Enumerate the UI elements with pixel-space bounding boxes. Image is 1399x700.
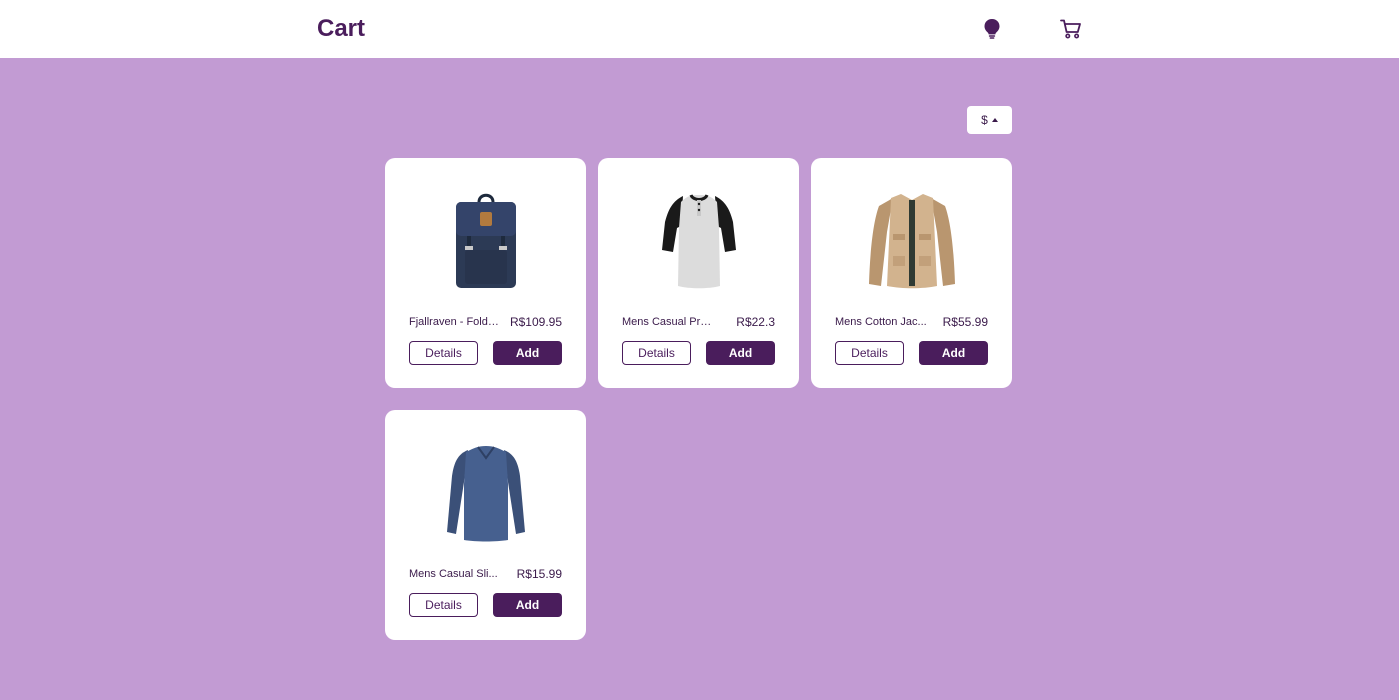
shopping-cart-icon[interactable] bbox=[1059, 17, 1083, 41]
longsleeve-shirt-image bbox=[435, 438, 536, 548]
product-card: Mens Cotton Jac... R$55.99 Details Add bbox=[811, 158, 1012, 388]
brand-title[interactable]: Cart bbox=[317, 14, 365, 44]
product-name: Mens Cotton Jac... bbox=[835, 316, 927, 328]
product-price: R$109.95 bbox=[509, 315, 562, 329]
details-button[interactable]: Details bbox=[622, 341, 691, 365]
product-price: R$22.3 bbox=[736, 315, 775, 329]
product-price: R$15.99 bbox=[516, 567, 562, 581]
details-button[interactable]: Details bbox=[409, 341, 478, 365]
raglan-tshirt-image bbox=[648, 186, 749, 296]
cotton-jacket-image bbox=[861, 186, 962, 296]
product-card: Fjallraven - Folds... R$109.95 Details A… bbox=[385, 158, 586, 388]
caret-up-icon bbox=[991, 118, 998, 122]
backpack-image bbox=[435, 186, 536, 296]
add-to-cart-button[interactable]: Add bbox=[706, 341, 775, 365]
product-price: R$55.99 bbox=[942, 315, 988, 329]
product-name: Mens Casual Pre... bbox=[622, 316, 714, 328]
lightbulb-icon[interactable] bbox=[980, 17, 1004, 41]
add-to-cart-button[interactable]: Add bbox=[493, 341, 562, 365]
product-name: Fjallraven - Folds... bbox=[409, 316, 501, 328]
details-button[interactable]: Details bbox=[409, 593, 478, 617]
currency-label: $ bbox=[981, 113, 988, 127]
add-to-cart-button[interactable]: Add bbox=[919, 341, 988, 365]
product-card: Mens Casual Sli... R$15.99 Details Add bbox=[385, 410, 586, 640]
add-to-cart-button[interactable]: Add bbox=[493, 593, 562, 617]
currency-select-button[interactable]: $ bbox=[967, 106, 1012, 134]
product-name: Mens Casual Sli... bbox=[409, 568, 498, 580]
product-card: Mens Casual Pre... R$22.3 Details Add bbox=[598, 158, 799, 388]
top-header: Cart bbox=[0, 0, 1399, 58]
details-button[interactable]: Details bbox=[835, 341, 904, 365]
